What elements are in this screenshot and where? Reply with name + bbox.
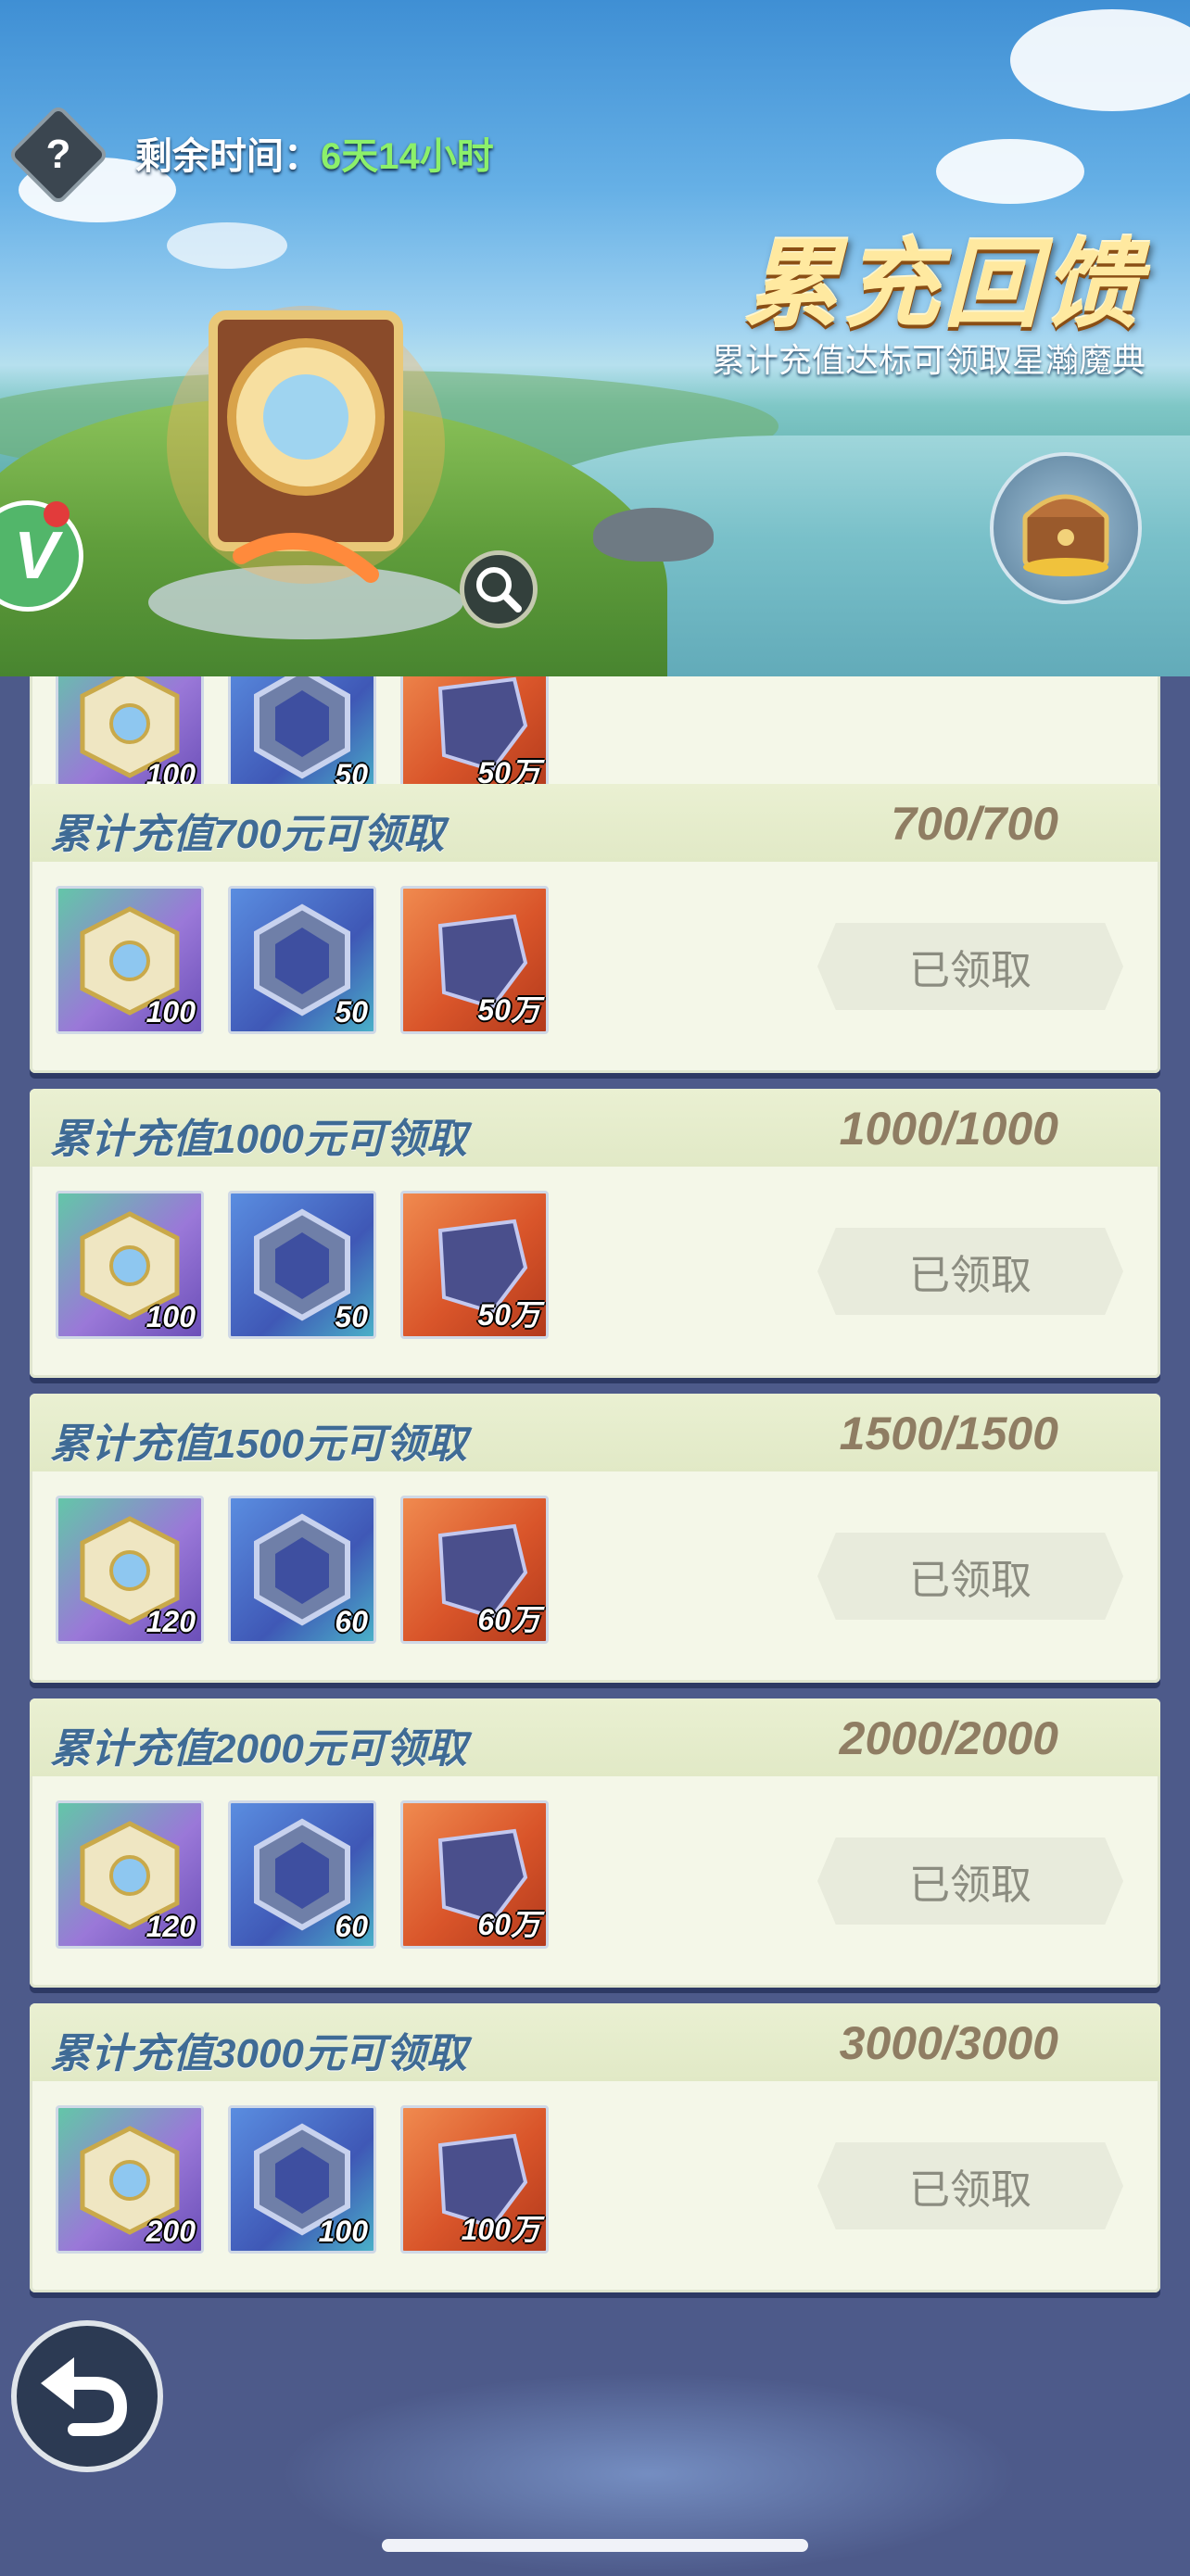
treasure-chest-button[interactable] [990,452,1142,604]
treasure-chest-icon [1022,494,1109,576]
claimed-button[interactable]: 已领取 [817,1533,1123,1620]
item-quantity: 60 [335,1605,368,1638]
card-title: 累计充值2000元可领取 [50,1726,467,1772]
cloud [936,139,1084,204]
event-subtitle: 累计充值达标可领取星瀚魔典 [711,341,1146,379]
reward-card: 累计充值3000元可领取 3000/3000 200 100 100万 已领取 [30,2003,1160,2292]
crystal-item[interactable]: 50万 [400,1191,549,1339]
item-quantity: 100万 [461,2213,540,2246]
timer-label: 剩余时间： [135,136,321,177]
notification-dot [44,501,70,527]
v-icon: V [14,519,59,593]
emblem-item[interactable]: 50 [228,886,376,1034]
back-button[interactable] [11,2320,163,2472]
question-icon: ? [45,132,71,177]
emblem-item[interactable]: 50 [228,1191,376,1339]
emblem-item[interactable]: 100 [228,2105,376,2254]
item-quantity: 100 [146,1300,196,1333]
cube-chest-item[interactable]: 100 [56,1191,204,1339]
item-quantity: 50万 [477,1298,540,1332]
emblem-item[interactable]: 60 [228,1800,376,1949]
cloud [1010,9,1190,111]
cube-chest-item[interactable]: 120 [56,1496,204,1644]
item-quantity: 50 [335,995,368,1029]
cube-chest-item[interactable]: 200 [56,2105,204,2254]
cube-chest-item[interactable]: 100 [56,886,204,1034]
claimed-button[interactable]: 已领取 [817,2142,1123,2229]
crystal-item[interactable]: 50万 [400,886,549,1034]
card-progress: 1500/1500 [839,1408,1058,1459]
item-quantity: 50 [335,1300,368,1333]
item-quantity: 200 [146,2215,196,2248]
card-progress: 1000/1000 [839,1103,1058,1155]
item-quantity: 50万 [477,993,540,1027]
card-title: 累计充值3000元可领取 [50,2031,467,2077]
card-title: 累计充值700元可领取 [50,812,445,857]
crystal-item[interactable]: 60万 [400,1496,549,1644]
magic-book-icon [148,306,463,639]
preview-button[interactable] [460,550,538,628]
card-title: 累计充值1000元可领取 [50,1117,467,1162]
reward-card: 累计充值1500元可领取 1500/1500 120 60 60万 已领取 [30,1394,1160,1683]
item-quantity: 100 [146,995,196,1029]
reward-card: 累计充值700元可领取 700/700 100 50 50万 已领取 [30,784,1160,1073]
claimed-button[interactable]: 已领取 [817,1228,1123,1315]
emblem-item[interactable]: 60 [228,1496,376,1644]
item-quantity: 60万 [477,1603,540,1636]
item-quantity: 120 [146,1910,196,1943]
event-title: 累充回馈 [742,232,1144,339]
item-quantity: 60万 [477,1908,540,1941]
crystal-item[interactable]: 100万 [400,2105,549,2254]
card-progress: 2000/2000 [839,1712,1058,1764]
cube-chest-item[interactable]: 120 [56,1800,204,1949]
claimed-button[interactable]: 已领取 [817,1837,1123,1925]
magnifier-icon [476,567,522,612]
timer-value: 6天14小时 [321,136,494,177]
card-progress: 700/700 [891,798,1058,850]
reward-card: 累计充值1000元可领取 1000/1000 100 50 50万 已领取 [30,1089,1160,1378]
card-title: 累计充值1500元可领取 [50,1421,467,1467]
reward-card: 累计充值2000元可领取 2000/2000 120 60 60万 已领取 [30,1698,1160,1988]
remaining-time: 剩余时间：6天14小时 [135,126,494,180]
claimed-button[interactable]: 已领取 [817,923,1123,1010]
rock [593,508,714,562]
home-indicator[interactable] [382,2539,808,2552]
event-banner: ? 剩余时间：6天14小时 累充回馈 累计充值达标可领取星瀚魔典 V [0,0,1190,676]
return-arrow-icon [41,2357,128,2436]
item-quantity: 120 [146,1605,196,1638]
cloud [167,222,287,269]
item-quantity: 100 [318,2215,368,2248]
crystal-item[interactable]: 60万 [400,1800,549,1949]
card-progress: 3000/3000 [839,2017,1058,2069]
item-quantity: 60 [335,1910,368,1943]
